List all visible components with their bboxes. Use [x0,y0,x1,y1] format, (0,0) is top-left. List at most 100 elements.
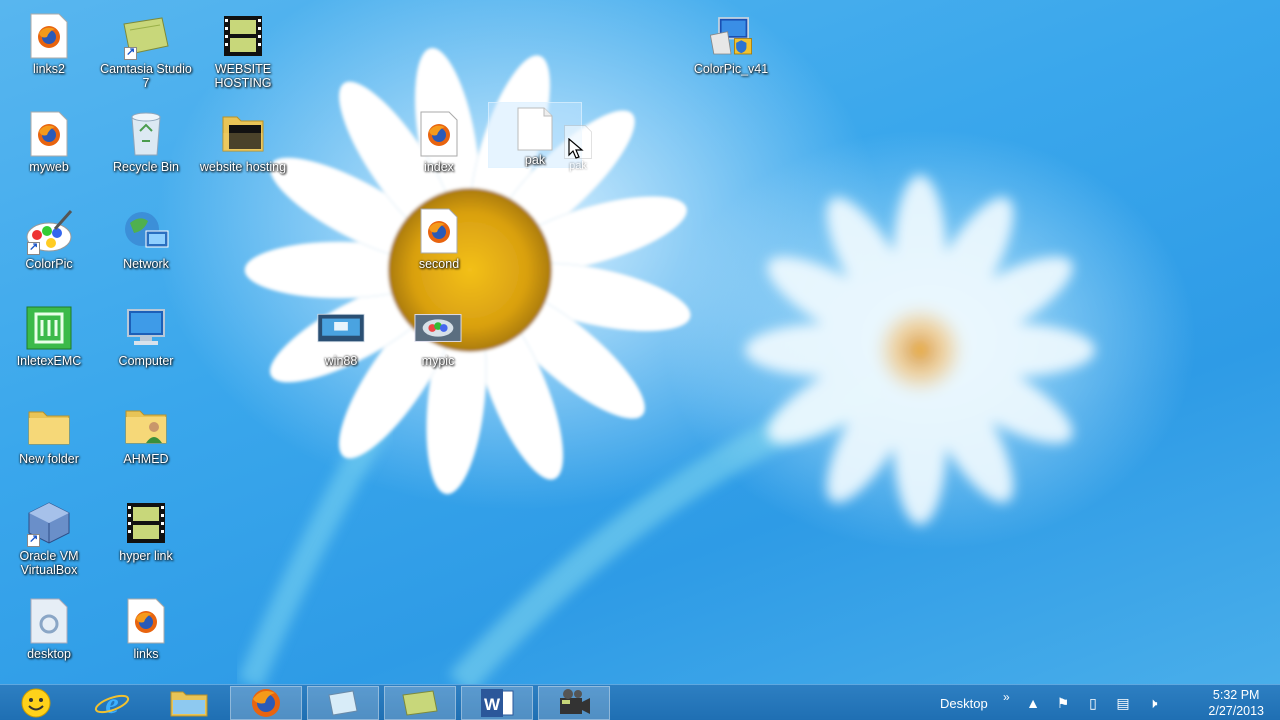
icon-label: Network [123,257,169,271]
clock-time: 5:32 PM [1212,688,1260,702]
desktop-icon-colorpic[interactable]: ColorPic [3,203,95,295]
desktop-icon-website-hosting-folder[interactable]: website hosting [197,106,289,198]
mouse-cursor-icon [568,138,584,159]
drag-ghost-label: pak [569,160,587,172]
icon-label: links [133,647,159,661]
firefox-html-file-icon [25,110,73,158]
power-plug-icon[interactable]: ▯ [1084,694,1102,712]
film-strip-icon [219,12,267,60]
icon-label: myweb [29,160,69,174]
taskbar-internet-explorer[interactable]: e [76,686,148,720]
folder-icon [219,110,267,158]
installer-setup-icon [707,12,755,60]
desktop-icon-camtasia[interactable]: Camtasia Studio 7 [100,8,192,100]
taskbar-smiley-app[interactable] [0,686,72,720]
daisy-wallpaper [237,47,1095,684]
icon-label: ColorPic [25,257,73,271]
inletex-app-icon [25,304,73,352]
notebook-icon [328,690,358,716]
icon-label: win88 [324,354,358,368]
computer-monitor-icon [122,304,170,352]
icon-label: hyper link [119,549,173,563]
taskbar-camtasia[interactable] [384,686,456,720]
firefox-html-file-icon [415,110,463,158]
word-icon: W [481,689,514,717]
clock-date: 2/27/2013 [1208,704,1264,718]
desktop-icon-network[interactable]: Network [100,203,192,295]
volume-speaker-icon[interactable]: 🕨 [1144,694,1162,712]
icon-label: New folder [19,452,79,466]
icon-label: pak [524,153,546,167]
taskbar-notepad[interactable] [307,686,379,720]
desktop-icon-desktop[interactable]: desktop [3,593,95,684]
shortcut-arrow-icon [27,240,40,255]
icon-label: Camtasia Studio 7 [100,62,192,90]
virtualbox-cube-icon [25,499,73,547]
folder-icon [25,402,73,450]
network-globe-icon [122,207,170,255]
svg-text:W: W [484,695,501,714]
taskbar-firefox[interactable] [230,686,302,720]
network-status-icon[interactable]: ▤ [1114,694,1132,712]
desktop-icon-links[interactable]: links [100,593,192,684]
icon-label: InletexEMC [16,354,82,368]
desktop-icon-myweb[interactable]: myweb [3,106,95,198]
icon-label: mypic [421,354,455,368]
icon-label: links2 [33,62,65,76]
desktop-icon-win88[interactable]: win88 [295,300,387,392]
toolbar-overflow-chevron[interactable]: » [1003,679,1010,715]
desktop-icon-virtualbox[interactable]: Oracle VM VirtualBox [3,495,95,587]
recycle-bin-icon [122,110,170,158]
icon-label: website hosting [199,160,287,174]
icon-label: Recycle Bin [113,160,179,174]
smiley-icon [21,688,51,718]
settings-file-icon [25,597,73,645]
shortcut-arrow-icon [124,45,137,60]
desktop-icon-hyper-link[interactable]: hyper link [100,495,192,587]
icon-label: WEBSITE HOSTING [214,62,272,90]
desktop-area[interactable]: links2 myweb ColorPic InletexEMC New fol… [0,0,1280,684]
desktop-icon-ahmed[interactable]: AHMED [100,398,192,490]
desktop-icon-computer[interactable]: Computer [100,300,192,392]
color-palette-icon [25,207,73,255]
desktop-icon-recycle-bin[interactable]: Recycle Bin [100,106,192,198]
firefox-html-file-icon [415,207,463,255]
desktop-toolbar-label[interactable]: Desktop [940,685,988,720]
icon-label: Oracle VM VirtualBox [19,549,79,577]
firefox-html-file-icon [122,597,170,645]
show-hidden-icons-icon[interactable]: ▲ [1024,694,1042,712]
desktop-icon-mypic[interactable]: mypic [392,300,484,392]
desktop-icon-second[interactable]: second [393,203,485,295]
desktop-icon-colorpic-v41[interactable]: ColorPic_v41 [685,8,777,100]
firefox-icon [252,689,280,717]
taskbar-file-explorer[interactable] [153,686,225,720]
desktop-icon-index[interactable]: index [393,106,485,198]
camtasia-icon [122,12,170,60]
desktop-icon-new-folder[interactable]: New folder [3,398,95,490]
shortcut-arrow-icon [27,532,40,547]
film-strip-icon [122,499,170,547]
user-folder-icon [122,402,170,450]
desktop-icon-links2[interactable]: links2 [3,8,95,100]
desktop-icon-website-hosting-upper[interactable]: WEBSITE HOSTING [197,8,289,100]
camtasia-icon [402,690,438,716]
blank-file-icon [511,107,559,151]
firefox-html-file-icon [25,12,73,60]
image-file-icon [414,304,462,352]
action-center-flag-icon[interactable]: ⚑ [1054,694,1072,712]
icon-label: AHMED [123,452,169,466]
screen-image-icon [317,304,365,352]
icon-label: Computer [118,354,174,368]
taskbar-word[interactable]: W [461,686,533,720]
desktop-icon-inletexemc[interactable]: InletexEMC [3,300,95,392]
taskbar-recorder[interactable] [538,686,610,720]
icon-label: ColorPic_v41 [693,62,769,76]
svg-text:e: e [105,687,118,719]
icon-label: index [424,160,454,174]
taskbar: e W Desktop » ▲ ⚑ ▯ ▤ 🕨 5:32 PM 2/27/201… [0,684,1280,720]
video-camera-icon [560,689,590,714]
internet-explorer-icon: e [94,687,130,719]
taskbar-clock[interactable]: 5:32 PM 2/27/2013 [1208,687,1264,719]
file-explorer-folder-icon [170,691,208,717]
icon-label: desktop [27,647,71,661]
